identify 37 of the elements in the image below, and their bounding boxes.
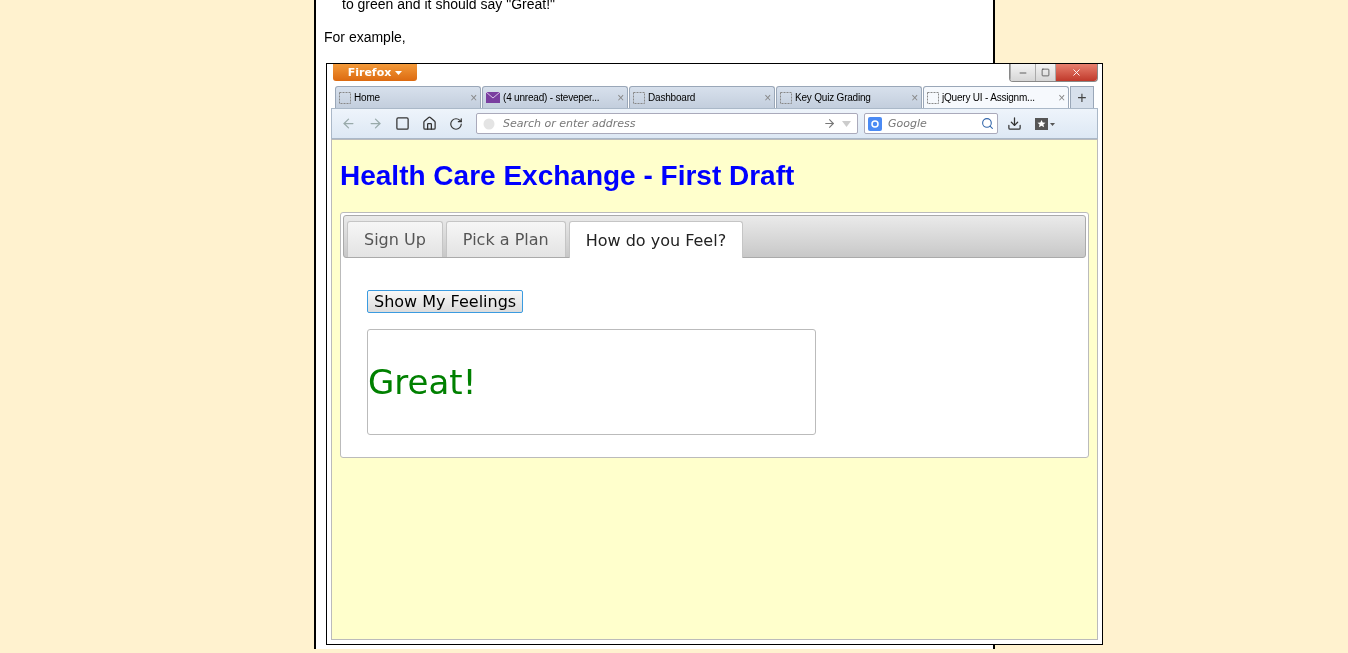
browser-tab[interactable]: Dashboard ×	[629, 86, 775, 108]
maximize-button[interactable]	[1035, 64, 1055, 81]
page-icon	[927, 91, 939, 104]
search-bar[interactable]: Google	[864, 113, 998, 134]
minimize-button[interactable]	[1010, 64, 1035, 81]
close-icon	[1071, 67, 1082, 78]
search-field[interactable]: Google	[886, 116, 977, 131]
close-icon[interactable]: ×	[1058, 90, 1065, 105]
envelope-icon	[486, 92, 500, 103]
page-tab[interactable]: How do you Feel?	[568, 221, 744, 258]
paragraph-text: For example,	[324, 29, 407, 45]
browser-tab[interactable]: jQuery UI - Assignm... ×	[923, 86, 1069, 108]
page-icon	[633, 91, 645, 104]
maximize-icon	[1041, 68, 1050, 77]
browser-tab[interactable]: Home ×	[335, 86, 481, 108]
result-text: Great!	[368, 362, 477, 402]
page-icon	[339, 91, 351, 104]
address-bar[interactable]: Search or enter address	[476, 113, 858, 134]
caret-icon	[395, 70, 403, 75]
close-button[interactable]	[1055, 64, 1097, 81]
tab-title: Key Quiz Grading	[795, 92, 872, 103]
browser-tab[interactable]: Key Quiz Grading ×	[776, 86, 922, 108]
page-icon	[780, 91, 792, 104]
page-tab[interactable]: Pick a Plan	[445, 221, 566, 257]
tab-title: Home	[354, 92, 381, 103]
address-field[interactable]: Search or enter address	[501, 116, 817, 131]
browser-tab[interactable]: (4 unread) - steveper... ×	[482, 86, 628, 108]
go-arrow-icon[interactable]	[823, 117, 836, 130]
show-feelings-button[interactable]: Show My Feelings	[367, 290, 524, 313]
page-heading: Health Care Exchange - First Draft	[340, 160, 796, 192]
page-tab[interactable]: Sign Up	[347, 221, 443, 257]
search-icon[interactable]	[981, 117, 994, 130]
tab-title: jQuery UI - Assignm...	[942, 92, 1036, 103]
search-engine-icon[interactable]	[868, 116, 882, 131]
tab-title: Dashboard	[648, 92, 697, 103]
new-tab-button[interactable]: +	[1070, 86, 1094, 108]
tab-title: (4 unread) - steveper...	[503, 92, 601, 103]
